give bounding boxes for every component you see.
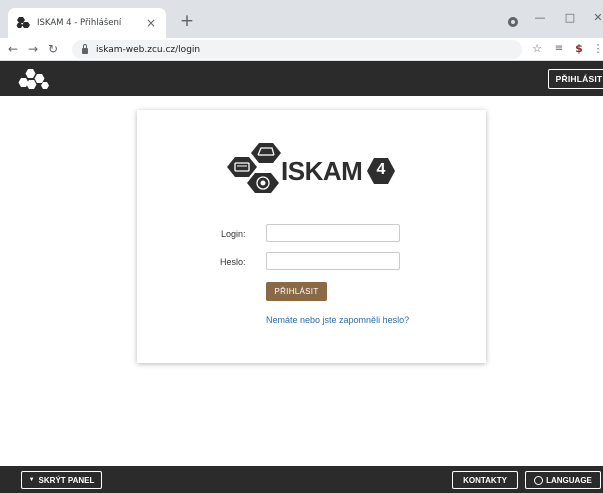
chevron-down-icon: ▼ bbox=[28, 477, 35, 483]
language-label: LANGUAGE bbox=[546, 475, 592, 485]
login-input[interactable] bbox=[266, 224, 400, 242]
reload-icon[interactable]: ↻ bbox=[44, 39, 62, 59]
forgot-password-link[interactable]: Nemáte nebo jste zapomněli heslo? bbox=[266, 315, 426, 326]
brand-version-badge: 4 bbox=[366, 156, 396, 190]
browser-tab-strip: ISKAM 4 - Přihlášení × + — □ ✕ bbox=[0, 0, 603, 38]
app-footer: ▼ SKRÝT PANEL KONTAKTY LANGUAGE bbox=[0, 466, 603, 493]
login-label: Login: bbox=[221, 229, 246, 239]
tab-close-icon[interactable]: × bbox=[144, 16, 158, 30]
header-login-button[interactable]: PŘIHLÁSIT bbox=[548, 69, 603, 89]
extension-icon[interactable]: $ bbox=[570, 39, 588, 59]
lock-icon bbox=[82, 43, 88, 54]
password-input[interactable] bbox=[266, 252, 400, 270]
globe-icon bbox=[534, 475, 544, 485]
new-tab-button[interactable]: + bbox=[176, 10, 198, 32]
maximize-icon[interactable]: □ bbox=[558, 8, 582, 28]
browser-menu-icon[interactable]: ⋮ bbox=[589, 39, 603, 59]
iskam-favicon-icon bbox=[16, 16, 30, 30]
browser-tab[interactable]: ISKAM 4 - Přihlášení × bbox=[8, 8, 166, 38]
address-bar[interactable]: iskam-web.zcu.cz/login bbox=[72, 40, 522, 59]
address-url: iskam-web.zcu.cz/login bbox=[96, 44, 201, 55]
reading-list-icon[interactable]: ≡ bbox=[550, 39, 568, 59]
login-submit-button[interactable]: PŘIHLÁSIT bbox=[266, 282, 327, 301]
close-window-icon[interactable]: ✕ bbox=[586, 8, 603, 28]
browser-toolbar: ← → ↻ iskam-web.zcu.cz/login ☆ ≡ $ ⋮ bbox=[0, 38, 603, 61]
login-card: ISKAM 4 Login: Heslo: PŘIHLÁSIT Nemáte n… bbox=[137, 110, 486, 363]
hide-panel-label: SKRÝT PANEL bbox=[38, 475, 95, 485]
hide-panel-button[interactable]: ▼ SKRÝT PANEL bbox=[21, 471, 102, 489]
app-header: PŘIHLÁSIT bbox=[0, 61, 603, 96]
password-label: Heslo: bbox=[220, 257, 246, 267]
back-icon[interactable]: ← bbox=[4, 39, 22, 59]
contacts-button[interactable]: KONTAKTY bbox=[452, 471, 518, 489]
bookmark-star-icon[interactable]: ☆ bbox=[528, 39, 546, 59]
language-button[interactable]: LANGUAGE bbox=[525, 471, 601, 489]
brand-name: ISKAM bbox=[281, 156, 363, 186]
profile-icon[interactable] bbox=[508, 17, 518, 27]
minimize-icon[interactable]: — bbox=[528, 8, 552, 28]
brand-version: 4 bbox=[376, 161, 386, 178]
forward-icon[interactable]: → bbox=[24, 39, 42, 59]
tab-title: ISKAM 4 - Přihlášení bbox=[37, 18, 122, 28]
iskam-logo-icon[interactable] bbox=[18, 68, 50, 90]
